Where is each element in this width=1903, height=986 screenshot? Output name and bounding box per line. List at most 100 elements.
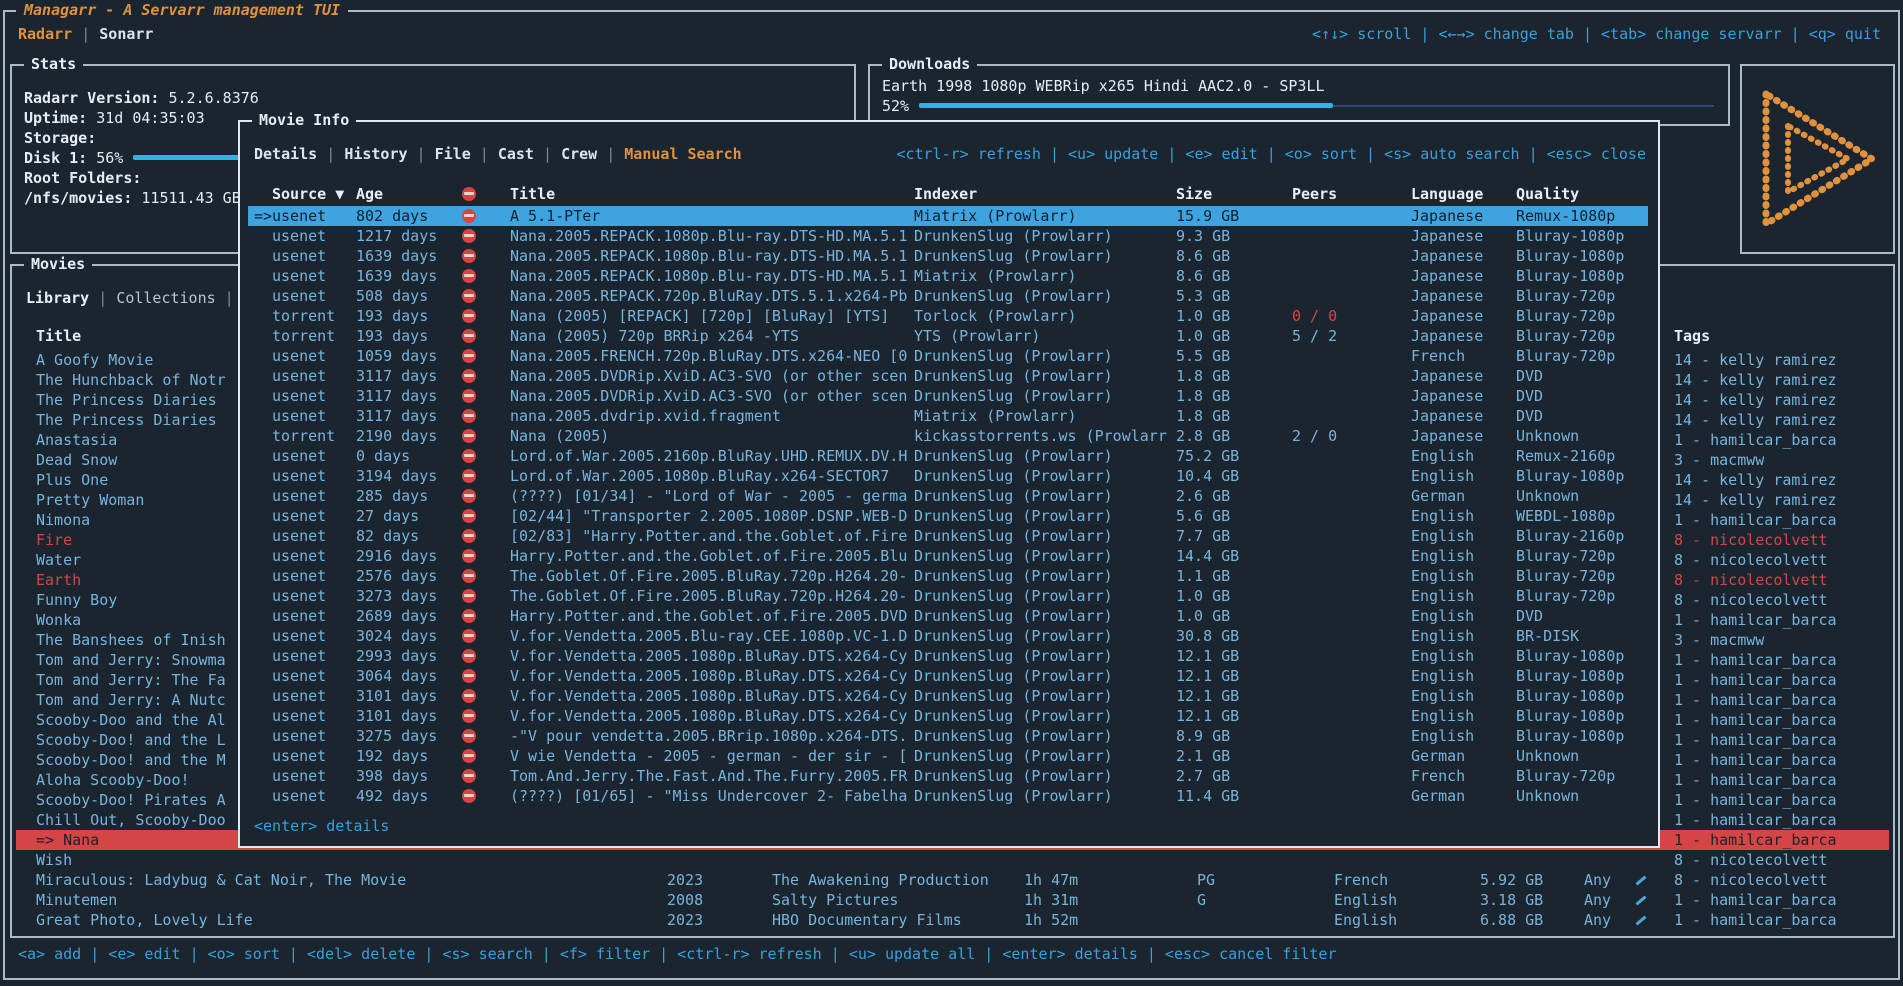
- movie-title: The Hunchback of Notr: [36, 370, 226, 390]
- search-result-row[interactable]: torrent193 daysNana (2005) 720p BRRip x2…: [240, 326, 1658, 346]
- search-result-row[interactable]: usenet3101 daysV.for.Vendetta.2005.1080p…: [240, 686, 1658, 706]
- search-result-row[interactable]: usenet3194 daysLord.of.War.2005.1080p.Bl…: [240, 466, 1658, 486]
- blocklist-icon: [462, 429, 476, 443]
- movie-row[interactable]: Miraculous: Ladybug & Cat Noir, The Movi…: [12, 870, 1893, 890]
- tab-crew[interactable]: Crew: [561, 145, 597, 163]
- download-percent: 52%: [882, 96, 909, 116]
- movie-title: Wonka: [36, 610, 81, 630]
- tab-separator: |: [317, 145, 344, 163]
- tab-cast[interactable]: Cast: [498, 145, 534, 163]
- release-size: 1.8 GB: [1176, 386, 1230, 406]
- release-language: Japanese: [1411, 366, 1483, 386]
- release-age: 193 days: [356, 326, 428, 346]
- search-result-row[interactable]: usenet3273 daysThe.Goblet.Of.Fire.2005.B…: [240, 586, 1658, 606]
- release-size: 75.2 GB: [1176, 446, 1239, 466]
- movie-row[interactable]: Minutemen2008Salty Pictures1h 31mGEnglis…: [12, 890, 1893, 910]
- release-age: 802 days: [356, 206, 428, 226]
- release-source: usenet: [272, 646, 326, 666]
- release-quality: Bluray-720p: [1516, 546, 1615, 566]
- search-result-row[interactable]: usenet3024 daysV.for.Vendetta.2005.Blu-r…: [240, 626, 1658, 646]
- search-result-row[interactable]: usenet492 days(????) [01/65] - "Miss Und…: [240, 786, 1658, 806]
- download-progress-row: 52%: [882, 96, 1716, 116]
- release-size: 30.8 GB: [1176, 626, 1239, 646]
- search-result-row[interactable]: usenet1059 daysNana.2005.FRENCH.720p.Blu…: [240, 346, 1658, 366]
- blocklist-icon: [462, 689, 476, 703]
- movie-row[interactable]: Great Photo, Lovely Life2023HBO Document…: [12, 910, 1893, 930]
- release-size: 12.1 GB: [1176, 666, 1239, 686]
- tab-collections[interactable]: Collections: [116, 289, 215, 307]
- movie-studio: Salty Pictures: [772, 890, 898, 910]
- search-result-row[interactable]: usenet1639 daysNana.2005.REPACK.1080p.Bl…: [240, 246, 1658, 266]
- release-size: 15.9 GB: [1176, 206, 1239, 226]
- release-language: Japanese: [1411, 266, 1483, 286]
- release-title: Lord.of.War.2005.1080p.BluRay.x264-SECTO…: [510, 466, 889, 486]
- tab-file[interactable]: File: [435, 145, 471, 163]
- root-folder-path: /nfs/movies:: [24, 188, 132, 208]
- release-size: 1.8 GB: [1176, 406, 1230, 426]
- servarr-tabs: Radarr | Sonarr: [18, 24, 153, 44]
- release-size: 1.0 GB: [1176, 306, 1230, 326]
- release-quality: DVD: [1516, 386, 1543, 406]
- search-result-row[interactable]: usenet2916 daysHarry.Potter.and.the.Gobl…: [240, 546, 1658, 566]
- search-result-row[interactable]: usenet1217 daysNana.2005.REPACK.1080p.Bl…: [240, 226, 1658, 246]
- tab-details[interactable]: Details: [254, 145, 317, 163]
- release-size: 12.1 GB: [1176, 686, 1239, 706]
- release-quality: Bluray-720p: [1516, 586, 1615, 606]
- tab-library[interactable]: Library: [26, 289, 89, 307]
- search-result-row[interactable]: usenet27 days[02/44] "Transporter 2.2005…: [240, 506, 1658, 526]
- release-age: 3064 days: [356, 666, 437, 686]
- search-result-row[interactable]: usenet3064 daysV.for.Vendetta.2005.1080p…: [240, 666, 1658, 686]
- uptime-label: Uptime:: [24, 108, 87, 128]
- search-result-row[interactable]: usenet3275 days-"V pour vendetta.2005.BR…: [240, 726, 1658, 746]
- download-item-title: Earth 1998 1080p WEBRip x265 Hindi AAC2.…: [882, 76, 1716, 96]
- movies-tabs: Library | Collections |: [26, 288, 234, 308]
- tab-manual-search[interactable]: Manual Search: [624, 145, 741, 163]
- release-indexer: YTS (Prowlarr): [914, 326, 1040, 346]
- search-result-row[interactable]: usenet192 daysV wie Vendetta - 2005 - ge…: [240, 746, 1658, 766]
- search-result-row[interactable]: usenet82 days[02/83] "Harry.Potter.and.t…: [240, 526, 1658, 546]
- search-result-row[interactable]: torrent193 daysNana (2005) [REPACK] [720…: [240, 306, 1658, 326]
- managarr-logo-icon: [1754, 84, 1882, 234]
- release-size: 2.8 GB: [1176, 426, 1230, 446]
- search-result-row[interactable]: usenet3117 daysNana.2005.DVDRip.XviD.AC3…: [240, 386, 1658, 406]
- search-result-row[interactable]: =>usenet802 daysA 5.1-PTerMiatrix (Prowl…: [240, 206, 1658, 226]
- tab-history[interactable]: History: [344, 145, 407, 163]
- release-language: Japanese: [1411, 246, 1483, 266]
- search-result-row[interactable]: usenet3101 daysV.for.Vendetta.2005.1080p…: [240, 706, 1658, 726]
- blocklist-icon: [462, 609, 476, 623]
- tab-sonarr[interactable]: Sonarr: [99, 25, 153, 43]
- release-indexer: kickasstorrents.ws (Prowlarr: [914, 426, 1167, 446]
- release-quality: Bluray-2160p: [1516, 526, 1624, 546]
- release-source: usenet: [272, 606, 326, 626]
- search-result-row[interactable]: usenet1639 daysNana.2005.REPACK.1080p.Bl…: [240, 266, 1658, 286]
- search-result-row[interactable]: usenet508 daysNana.2005.REPACK.720p.BluR…: [240, 286, 1658, 306]
- movie-tag: 14 - kelly ramirez: [1674, 390, 1837, 410]
- movie-tag: 3 - macmww: [1674, 450, 1764, 470]
- search-result-row[interactable]: usenet0 daysLord.of.War.2005.2160p.BluRa…: [240, 446, 1658, 466]
- downloads-panel-title: Downloads: [882, 54, 977, 74]
- search-result-row[interactable]: usenet398 daysTom.And.Jerry.The.Fast.And…: [240, 766, 1658, 786]
- search-result-row[interactable]: torrent2190 daysNana (2005)kickasstorren…: [240, 426, 1658, 446]
- release-age: 1639 days: [356, 266, 437, 286]
- release-language: English: [1411, 626, 1474, 646]
- blocklist-icon: [462, 549, 476, 563]
- search-result-row[interactable]: usenet285 days(????) [01/34] - "Lord of …: [240, 486, 1658, 506]
- release-language: Japanese: [1411, 206, 1483, 226]
- movie-title: Tom and Jerry: Snowma: [36, 650, 226, 670]
- blocklist-icon: [462, 249, 476, 263]
- search-result-row[interactable]: usenet2689 daysHarry.Potter.and.the.Gobl…: [240, 606, 1658, 626]
- search-result-row[interactable]: usenet2993 daysV.for.Vendetta.2005.1080p…: [240, 646, 1658, 666]
- release-size: 5.3 GB: [1176, 286, 1230, 306]
- movie-row[interactable]: Wish8 - nicolecolvett: [12, 850, 1893, 870]
- search-result-row[interactable]: usenet2576 daysThe.Goblet.Of.Fire.2005.B…: [240, 566, 1658, 586]
- search-result-row[interactable]: usenet3117 daysnana.2005.dvdrip.xvid.fra…: [240, 406, 1658, 426]
- release-title: V wie Vendetta - 2005 - german - der sir…: [510, 746, 907, 766]
- release-age: 3101 days: [356, 686, 437, 706]
- release-quality: Bluray-1080p: [1516, 226, 1624, 246]
- search-result-row[interactable]: usenet3117 daysNana.2005.DVDRip.XviD.AC3…: [240, 366, 1658, 386]
- release-indexer: DrunkenSlug (Prowlarr): [914, 626, 1113, 646]
- tab-radarr[interactable]: Radarr: [18, 25, 72, 43]
- movie-runtime: 1h 47m: [1024, 870, 1078, 890]
- movie-title: Tom and Jerry: The Fa: [36, 670, 226, 690]
- release-source: usenet: [272, 586, 326, 606]
